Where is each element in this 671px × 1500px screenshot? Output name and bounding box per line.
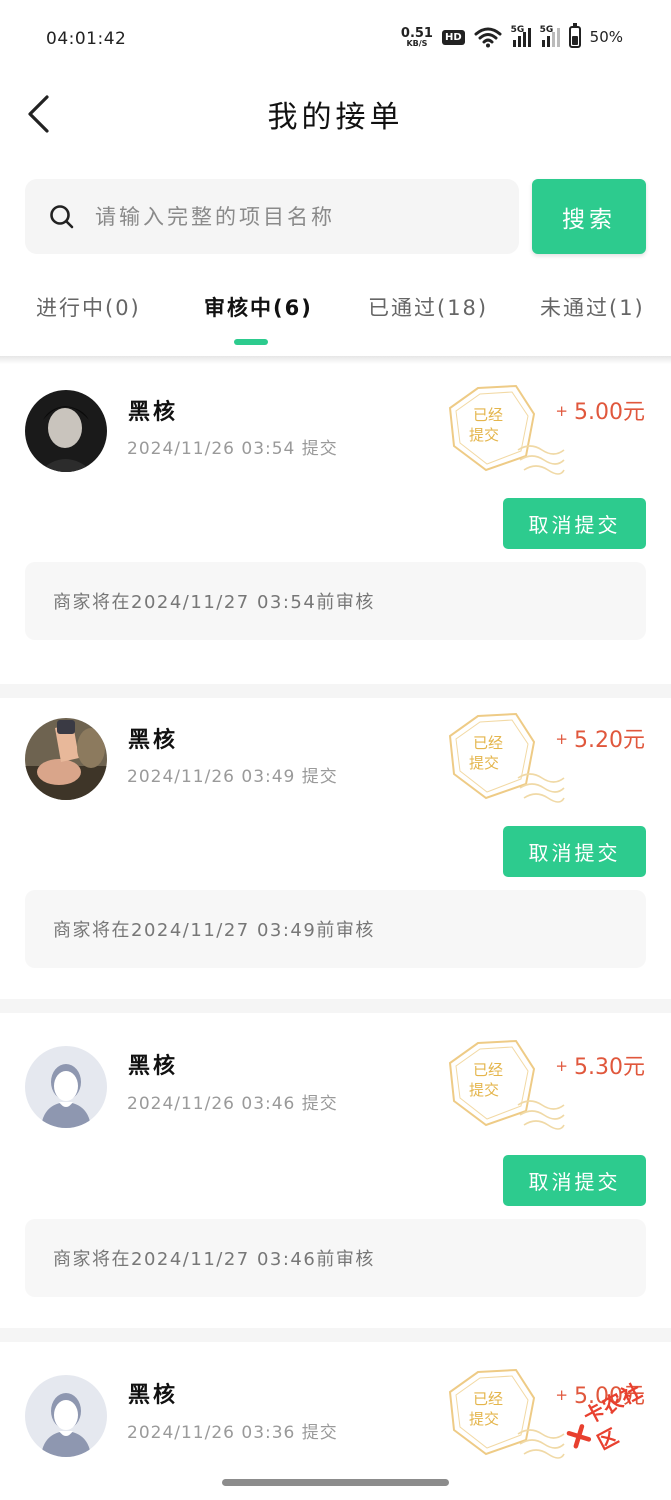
submitted-stamp-icon: 已经 提交 xyxy=(448,1039,565,1130)
review-deadline-note: 商家将在2024/11/27 03:49前审核 xyxy=(25,890,646,968)
tabs-divider xyxy=(0,356,671,364)
stamp-label: 提交 xyxy=(469,1081,499,1099)
avatar xyxy=(25,1375,107,1457)
reward-amount: +5.30元 xyxy=(555,1049,645,1081)
sim2-label: 5G xyxy=(539,25,554,35)
battery-percent: 50% xyxy=(589,28,623,46)
page-title: 我的接单 xyxy=(267,100,404,135)
user-photo xyxy=(25,390,107,472)
order-card: 黑核 2024/11/26 03:46 提交 已经 提交 +5.30元 取消提交… xyxy=(0,1013,671,1328)
review-deadline-note: 商家将在2024/11/27 03:46前审核 xyxy=(25,1219,646,1297)
search-bar xyxy=(25,179,519,254)
reward-value: 5.30元 xyxy=(574,1055,645,1080)
user-name: 黑核 xyxy=(128,400,179,425)
avatar xyxy=(25,390,107,472)
submitted-stamp-icon: 已经 提交 xyxy=(448,712,565,803)
reward-sign: + xyxy=(555,1386,568,1404)
user-name: 黑核 xyxy=(128,1054,179,1079)
network-speed: 0.51 KB/S xyxy=(401,27,433,48)
order-card: 黑核 2024/11/26 03:49 提交 已经 提交 +5.20元 取消提交… xyxy=(0,698,671,1013)
wifi-icon xyxy=(474,27,502,48)
stamp-label: 已经 xyxy=(473,406,503,424)
list-divider xyxy=(0,1328,671,1342)
reward-value: 5.00元 xyxy=(574,400,645,425)
status-icons: 0.51 KB/S HD 5G 5G 50% xyxy=(401,23,623,48)
default-avatar-icon xyxy=(25,1375,107,1457)
cancel-submission-button[interactable]: 取消提交 xyxy=(503,1155,646,1206)
stamp-label: 提交 xyxy=(469,754,499,772)
cancel-submission-button[interactable]: 取消提交 xyxy=(503,498,646,549)
home-indicator[interactable] xyxy=(222,1479,449,1486)
tab-in-progress[interactable]: 进行中(0) xyxy=(36,292,141,322)
stamp-label: 提交 xyxy=(469,1410,499,1428)
stamp-label: 已经 xyxy=(473,1061,503,1079)
tab-under-review[interactable]: 审核中(6) xyxy=(204,292,313,322)
signal-sim1-icon: 5G xyxy=(510,25,531,47)
review-deadline-note: 商家将在2024/11/27 03:54前审核 xyxy=(25,562,646,640)
reward-amount: +5.20元 xyxy=(555,722,645,754)
reward-sign: + xyxy=(555,730,568,748)
active-tab-indicator xyxy=(234,339,268,345)
reward-sign: + xyxy=(555,402,568,420)
stamp-label: 已经 xyxy=(473,734,503,752)
submit-time: 2024/11/26 03:49 提交 xyxy=(127,767,338,787)
status-tabs: 进行中(0) 审核中(6) 已通过(18) 未通过(1) xyxy=(0,280,671,356)
reward-sign: + xyxy=(555,1057,568,1075)
reward-amount: +5.00元 xyxy=(555,394,645,426)
submitted-stamp-icon: 已经 提交 xyxy=(448,384,565,475)
default-avatar-icon xyxy=(25,1046,107,1128)
user-name: 黑核 xyxy=(128,728,179,753)
cancel-submission-button[interactable]: 取消提交 xyxy=(503,826,646,877)
user-photo xyxy=(25,718,107,800)
submit-time: 2024/11/26 03:36 提交 xyxy=(127,1423,338,1443)
search-icon xyxy=(50,204,74,228)
list-divider xyxy=(0,684,671,698)
battery-icon xyxy=(568,23,581,48)
avatar xyxy=(25,718,107,800)
tab-rejected[interactable]: 未通过(1) xyxy=(540,292,645,322)
status-bar: 04:01:42 0.51 KB/S HD 5G 5G 50% xyxy=(0,0,671,80)
order-card: 黑核 2024/11/26 03:54 提交 已经 提交 +5.00元 取消提交… xyxy=(0,364,671,684)
avatar xyxy=(25,1046,107,1128)
network-speed-unit: KB/S xyxy=(406,38,428,48)
tab-approved[interactable]: 已通过(18) xyxy=(368,292,488,322)
search-button[interactable]: 搜索 xyxy=(532,179,646,254)
list-divider xyxy=(0,999,671,1013)
signal-sim2-icon: 5G xyxy=(539,25,560,47)
hd-icon: HD xyxy=(441,29,465,45)
search-input[interactable] xyxy=(95,204,485,229)
stamp-label: 提交 xyxy=(469,426,499,444)
stamp-label: 已经 xyxy=(473,1390,503,1408)
sim1-label: 5G xyxy=(510,25,525,35)
network-speed-value: 0.51 xyxy=(400,25,433,41)
submitted-stamp-icon: 已经 提交 xyxy=(448,1368,565,1459)
status-time: 04:01:42 xyxy=(46,29,127,49)
submit-time: 2024/11/26 03:46 提交 xyxy=(127,1094,338,1114)
submit-time: 2024/11/26 03:54 提交 xyxy=(127,439,338,459)
reward-value: 5.20元 xyxy=(574,728,645,753)
user-name: 黑核 xyxy=(128,1383,179,1408)
